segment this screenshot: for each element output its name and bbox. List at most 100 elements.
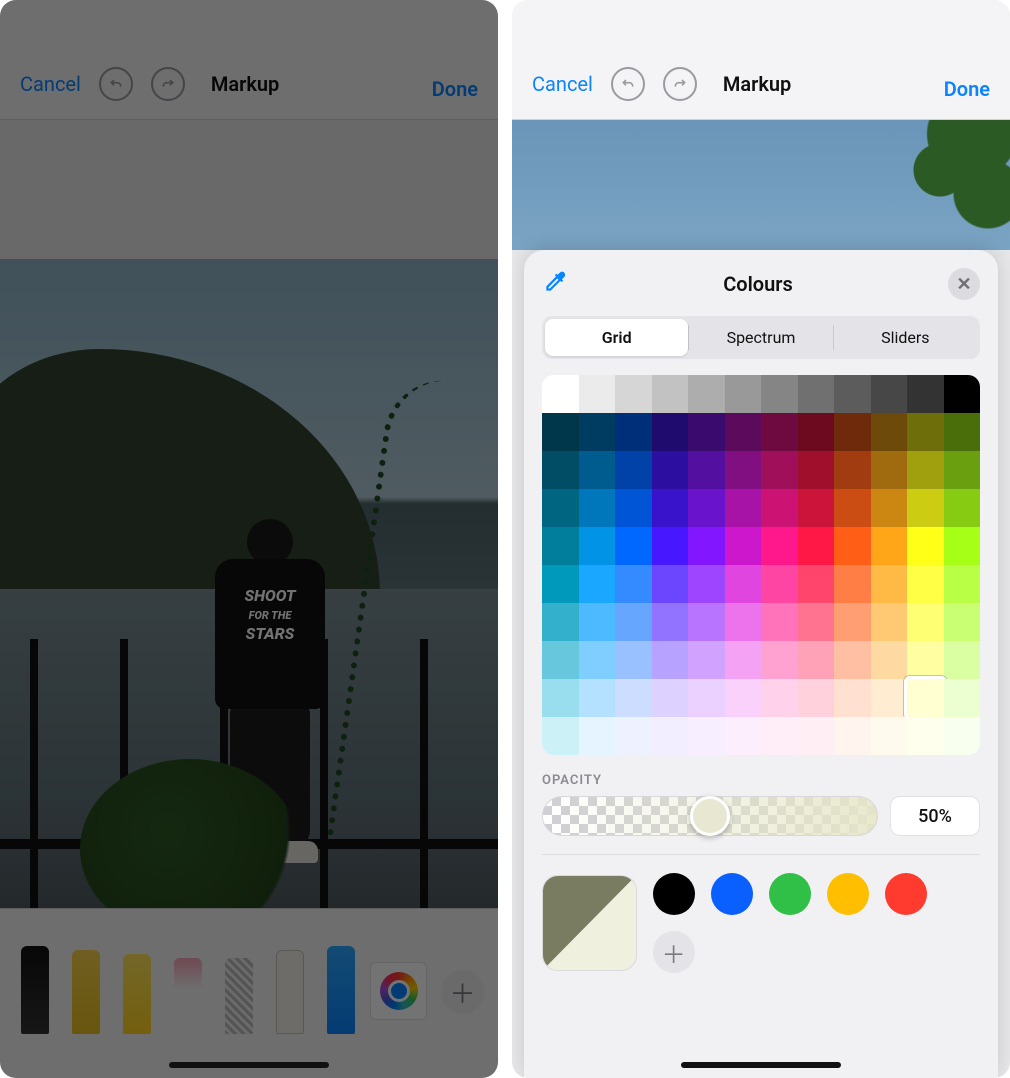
undo-button[interactable] <box>611 67 645 101</box>
colour-cell[interactable] <box>579 679 616 717</box>
preset-colour[interactable] <box>711 873 753 915</box>
colour-grid[interactable] <box>542 375 980 755</box>
colour-cell[interactable] <box>615 489 652 527</box>
colour-cell[interactable] <box>761 489 798 527</box>
tool-pencil[interactable] <box>320 926 363 1034</box>
colour-cell[interactable] <box>652 679 689 717</box>
colour-cell[interactable] <box>834 413 871 451</box>
colour-cell[interactable] <box>944 375 981 413</box>
colour-cell[interactable] <box>761 641 798 679</box>
colour-cell[interactable] <box>944 603 981 641</box>
colour-cell[interactable] <box>688 679 725 717</box>
colour-cell[interactable] <box>907 603 944 641</box>
colour-cell[interactable] <box>542 641 579 679</box>
colour-cell[interactable] <box>615 375 652 413</box>
colour-cell[interactable] <box>907 527 944 565</box>
tool-marker[interactable] <box>65 926 108 1034</box>
redo-button[interactable] <box>151 67 185 101</box>
colour-cell[interactable] <box>798 603 835 641</box>
colour-cell[interactable] <box>579 603 616 641</box>
colour-cell[interactable] <box>688 641 725 679</box>
colour-cell[interactable] <box>944 413 981 451</box>
opacity-value-field[interactable]: 50% <box>890 796 980 836</box>
colour-cell[interactable] <box>688 375 725 413</box>
colour-cell[interactable] <box>871 603 908 641</box>
colour-cell[interactable] <box>907 375 944 413</box>
colour-cell[interactable] <box>761 413 798 451</box>
tool-pen[interactable] <box>14 926 57 1034</box>
tab-sliders[interactable]: Sliders <box>834 319 977 356</box>
colour-cell[interactable] <box>542 527 579 565</box>
colour-cell[interactable] <box>907 451 944 489</box>
colour-cell[interactable] <box>725 489 762 527</box>
opacity-thumb[interactable] <box>690 796 730 836</box>
close-button[interactable]: ✕ <box>948 268 980 300</box>
colour-cell[interactable] <box>907 641 944 679</box>
colour-cell[interactable] <box>944 489 981 527</box>
colour-cell[interactable] <box>798 527 835 565</box>
colour-cell[interactable] <box>871 489 908 527</box>
colour-cell[interactable] <box>579 489 616 527</box>
colour-cell[interactable] <box>725 451 762 489</box>
colour-cell[interactable] <box>579 451 616 489</box>
colour-cell[interactable] <box>615 451 652 489</box>
colour-cell[interactable] <box>761 451 798 489</box>
tool-highlighter[interactable] <box>116 926 159 1034</box>
color-well-button[interactable] <box>370 962 427 1020</box>
colour-cell[interactable] <box>871 565 908 603</box>
colour-cell[interactable] <box>688 413 725 451</box>
colour-cell[interactable] <box>871 527 908 565</box>
tab-spectrum[interactable]: Spectrum <box>689 319 832 356</box>
colour-cell[interactable] <box>907 489 944 527</box>
eyedropper-button[interactable] <box>542 269 568 299</box>
colour-cell[interactable] <box>652 565 689 603</box>
colour-cell[interactable] <box>652 603 689 641</box>
colour-cell[interactable] <box>652 413 689 451</box>
colour-cell[interactable] <box>652 451 689 489</box>
colour-cell[interactable] <box>542 413 579 451</box>
colour-cell[interactable] <box>615 565 652 603</box>
colour-cell[interactable] <box>725 717 762 755</box>
tool-lasso[interactable] <box>218 926 261 1034</box>
colour-cell[interactable] <box>579 641 616 679</box>
colour-cell[interactable] <box>761 717 798 755</box>
colour-cell[interactable] <box>834 375 871 413</box>
colour-cell[interactable] <box>688 603 725 641</box>
colour-cell[interactable] <box>688 451 725 489</box>
colour-cell[interactable] <box>834 603 871 641</box>
colour-cell[interactable] <box>579 413 616 451</box>
colour-cell[interactable] <box>761 375 798 413</box>
colour-cell[interactable] <box>615 527 652 565</box>
colour-cell[interactable] <box>542 679 579 717</box>
colour-cell[interactable] <box>688 565 725 603</box>
colour-cell[interactable] <box>834 489 871 527</box>
colour-cell[interactable] <box>944 527 981 565</box>
colour-cell[interactable] <box>725 641 762 679</box>
colour-cell[interactable] <box>761 679 798 717</box>
colour-cell[interactable] <box>579 375 616 413</box>
colour-cell[interactable] <box>652 717 689 755</box>
colour-cell[interactable] <box>798 489 835 527</box>
tool-ruler[interactable] <box>269 926 312 1034</box>
colour-cell[interactable] <box>907 717 944 755</box>
colour-cell[interactable] <box>725 679 762 717</box>
colour-cell[interactable] <box>944 451 981 489</box>
colour-cell[interactable] <box>615 641 652 679</box>
tab-grid[interactable]: Grid <box>545 319 688 356</box>
colour-cell[interactable] <box>798 413 835 451</box>
colour-cell[interactable] <box>798 565 835 603</box>
colour-cell[interactable] <box>542 565 579 603</box>
colour-cell[interactable] <box>871 679 908 717</box>
colour-cell[interactable] <box>688 717 725 755</box>
colour-cell[interactable] <box>725 527 762 565</box>
colour-cell[interactable] <box>688 527 725 565</box>
colour-cell[interactable] <box>542 489 579 527</box>
colour-cell[interactable] <box>725 413 762 451</box>
colour-cell[interactable] <box>542 375 579 413</box>
colour-cell[interactable] <box>579 565 616 603</box>
colour-cell[interactable] <box>761 565 798 603</box>
colour-cell[interactable] <box>798 375 835 413</box>
add-tool-button[interactable]: ＋ <box>441 970 484 1014</box>
colour-cell[interactable] <box>652 375 689 413</box>
colour-cell[interactable] <box>615 603 652 641</box>
